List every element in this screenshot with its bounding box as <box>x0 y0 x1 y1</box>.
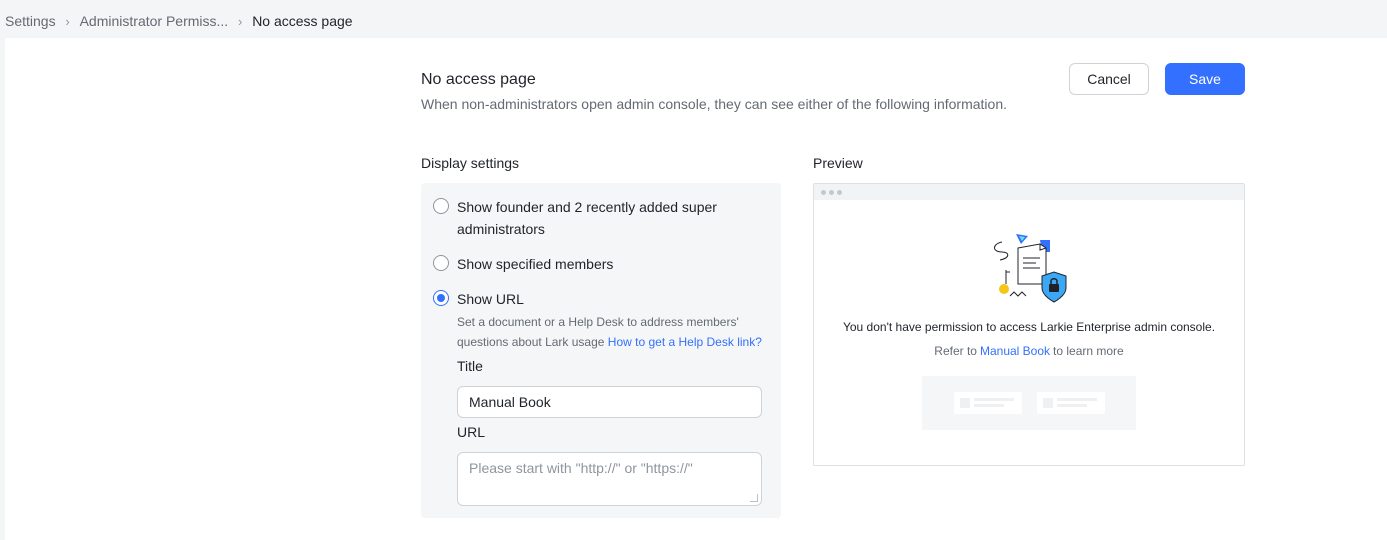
option-label: Show URL <box>457 291 524 307</box>
url-placeholder: Please start with "http://" or "https://… <box>469 460 693 476</box>
breadcrumb-admin-permissions[interactable]: Administrator Permiss... <box>80 13 229 29</box>
preview-placeholder-area <box>922 376 1136 430</box>
preview-message: You don't have permission to access Lark… <box>842 320 1216 334</box>
placeholder-card <box>954 392 1022 414</box>
breadcrumb-settings[interactable]: Settings <box>5 13 56 29</box>
option-show-specified-members[interactable]: Show specified members <box>433 253 747 275</box>
window-dot-icon <box>837 189 842 195</box>
radio-show-founder[interactable] <box>433 198 449 214</box>
page-description: When non-administrators open admin conso… <box>421 96 1007 112</box>
radio-show-specified-members[interactable] <box>433 255 449 271</box>
title-label: Title <box>457 358 483 374</box>
url-textarea[interactable]: Please start with "http://" or "https://… <box>457 452 762 506</box>
refer-prefix: Refer to <box>934 344 977 358</box>
radio-show-url[interactable] <box>433 290 449 306</box>
option-show-url[interactable]: Show URL <box>433 288 747 310</box>
option-label: Show specified members <box>457 256 614 272</box>
cancel-button[interactable]: Cancel <box>1069 63 1149 95</box>
placeholder-card <box>1037 392 1105 414</box>
breadcrumb: Settings › Administrator Permiss... › No… <box>5 12 353 30</box>
window-dot-icon <box>821 189 826 195</box>
display-settings-box: Show founder and 2 recently added super … <box>421 183 781 518</box>
chevron-right-icon: › <box>65 13 70 29</box>
display-settings-label: Display settings <box>421 155 520 171</box>
url-hint: Set a document or a Help Desk to address… <box>457 312 767 352</box>
window-dot-icon <box>829 189 834 195</box>
preview-manual-link: Manual Book <box>979 344 1051 358</box>
refer-suffix: to learn more <box>1053 344 1124 358</box>
preview-window-bar <box>814 184 1244 200</box>
option-show-founder[interactable]: Show founder and 2 recently added super … <box>433 196 747 240</box>
page-title: No access page <box>421 71 536 88</box>
preview-label: Preview <box>813 155 863 171</box>
help-desk-link[interactable]: How to get a Help Desk link? <box>608 335 762 349</box>
preview-window: You don't have permission to access Lark… <box>813 183 1245 466</box>
save-button[interactable]: Save <box>1165 63 1245 95</box>
preview-refer-line: Refer to Manual Book to learn more <box>814 344 1244 358</box>
chevron-right-icon: › <box>238 13 243 29</box>
option-label: Show founder and 2 recently added super … <box>457 199 717 237</box>
no-access-illustration <box>994 234 1067 303</box>
resize-grip-icon[interactable] <box>750 494 758 502</box>
title-input[interactable]: Manual Book <box>457 386 762 418</box>
breadcrumb-current: No access page <box>252 13 353 29</box>
main-panel: No access page When non-administrators o… <box>5 38 1387 540</box>
url-label: URL <box>457 424 486 440</box>
